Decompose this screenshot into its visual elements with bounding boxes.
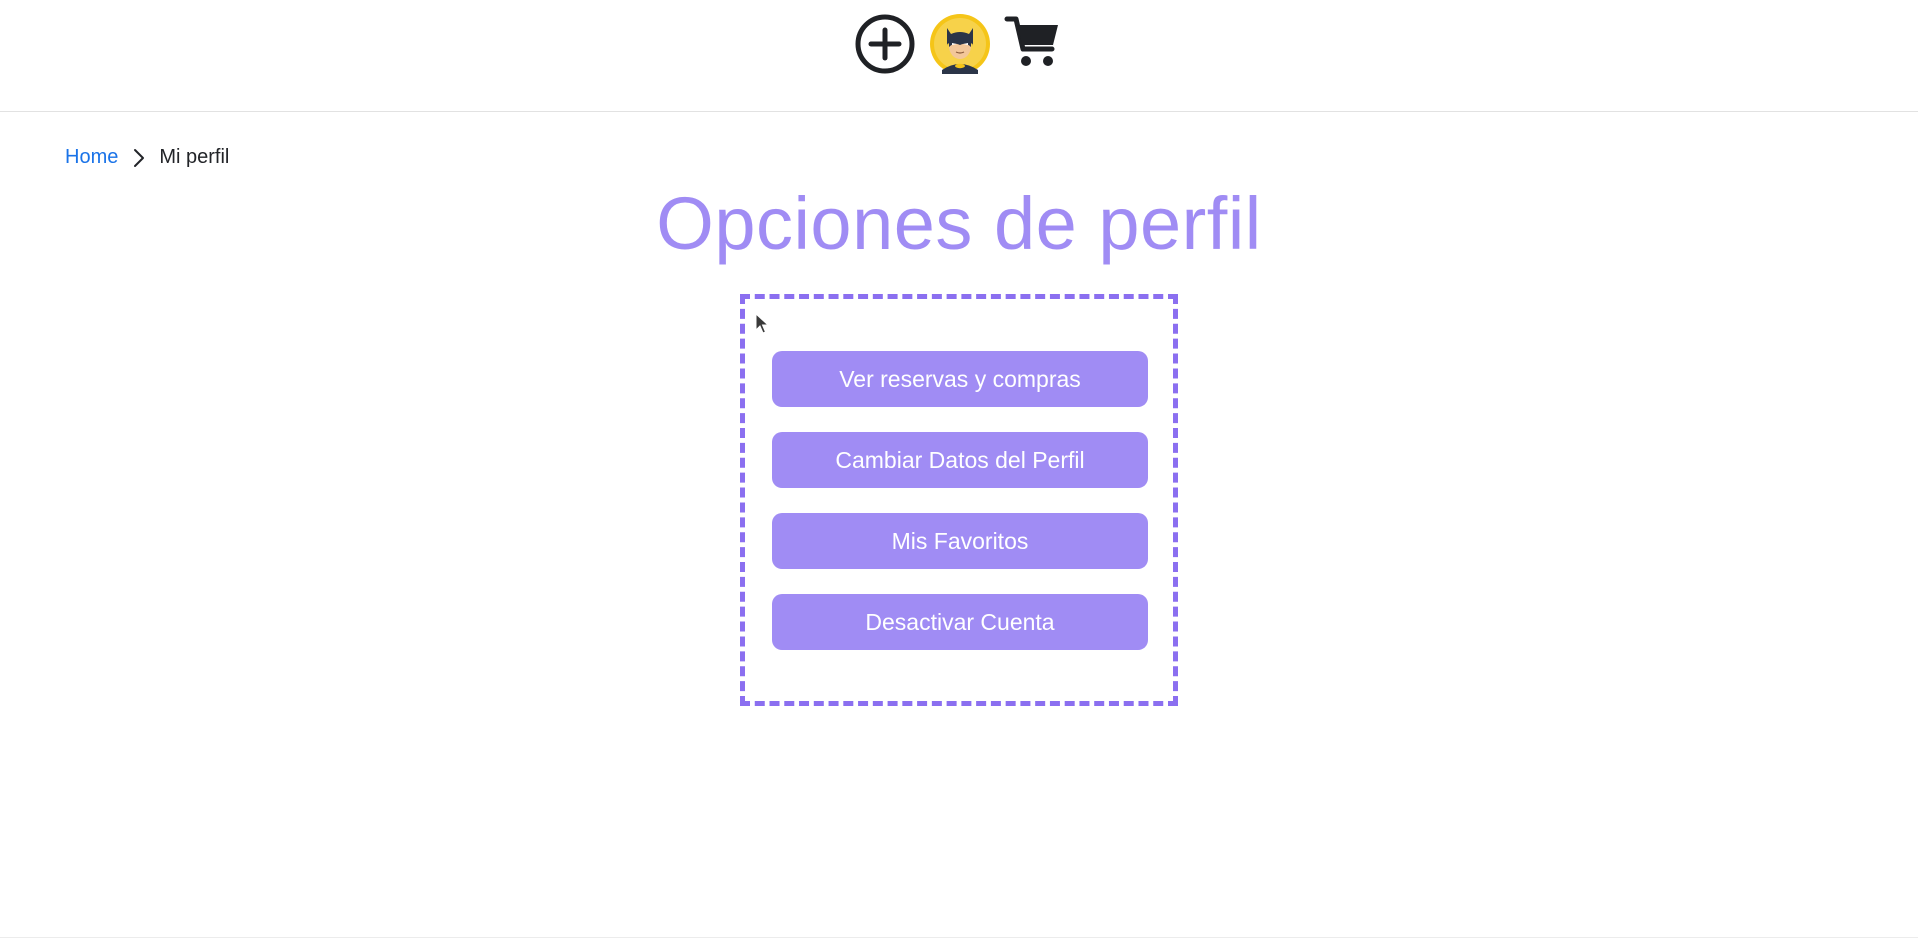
top-bar	[0, 0, 1918, 112]
chevron-right-icon	[131, 148, 147, 168]
header-actions	[854, 14, 1062, 74]
plus-circle-icon	[855, 14, 915, 74]
edit-profile-button[interactable]: Cambiar Datos del Perfil	[772, 432, 1148, 488]
breadcrumb-home-link[interactable]: Home	[65, 146, 118, 169]
add-button[interactable]	[854, 13, 916, 75]
cart-button[interactable]	[1004, 15, 1062, 73]
profile-avatar-button[interactable]	[930, 14, 990, 74]
batman-avatar-icon	[930, 14, 990, 74]
view-bookings-button[interactable]: Ver reservas y compras	[772, 351, 1148, 407]
breadcrumb-current: Mi perfil	[159, 146, 230, 168]
shopping-cart-icon	[1004, 16, 1058, 66]
profile-options-panel: Ver reservas y compras Cambiar Datos del…	[740, 294, 1178, 706]
page-title: Opciones de perfil	[656, 182, 1262, 265]
favorites-button[interactable]: Mis Favoritos	[772, 513, 1148, 569]
breadcrumb: Home Mi perfil	[65, 146, 229, 169]
mouse-pointer-icon	[755, 313, 769, 334]
deactivate-account-button[interactable]: Desactivar Cuenta	[772, 594, 1148, 650]
